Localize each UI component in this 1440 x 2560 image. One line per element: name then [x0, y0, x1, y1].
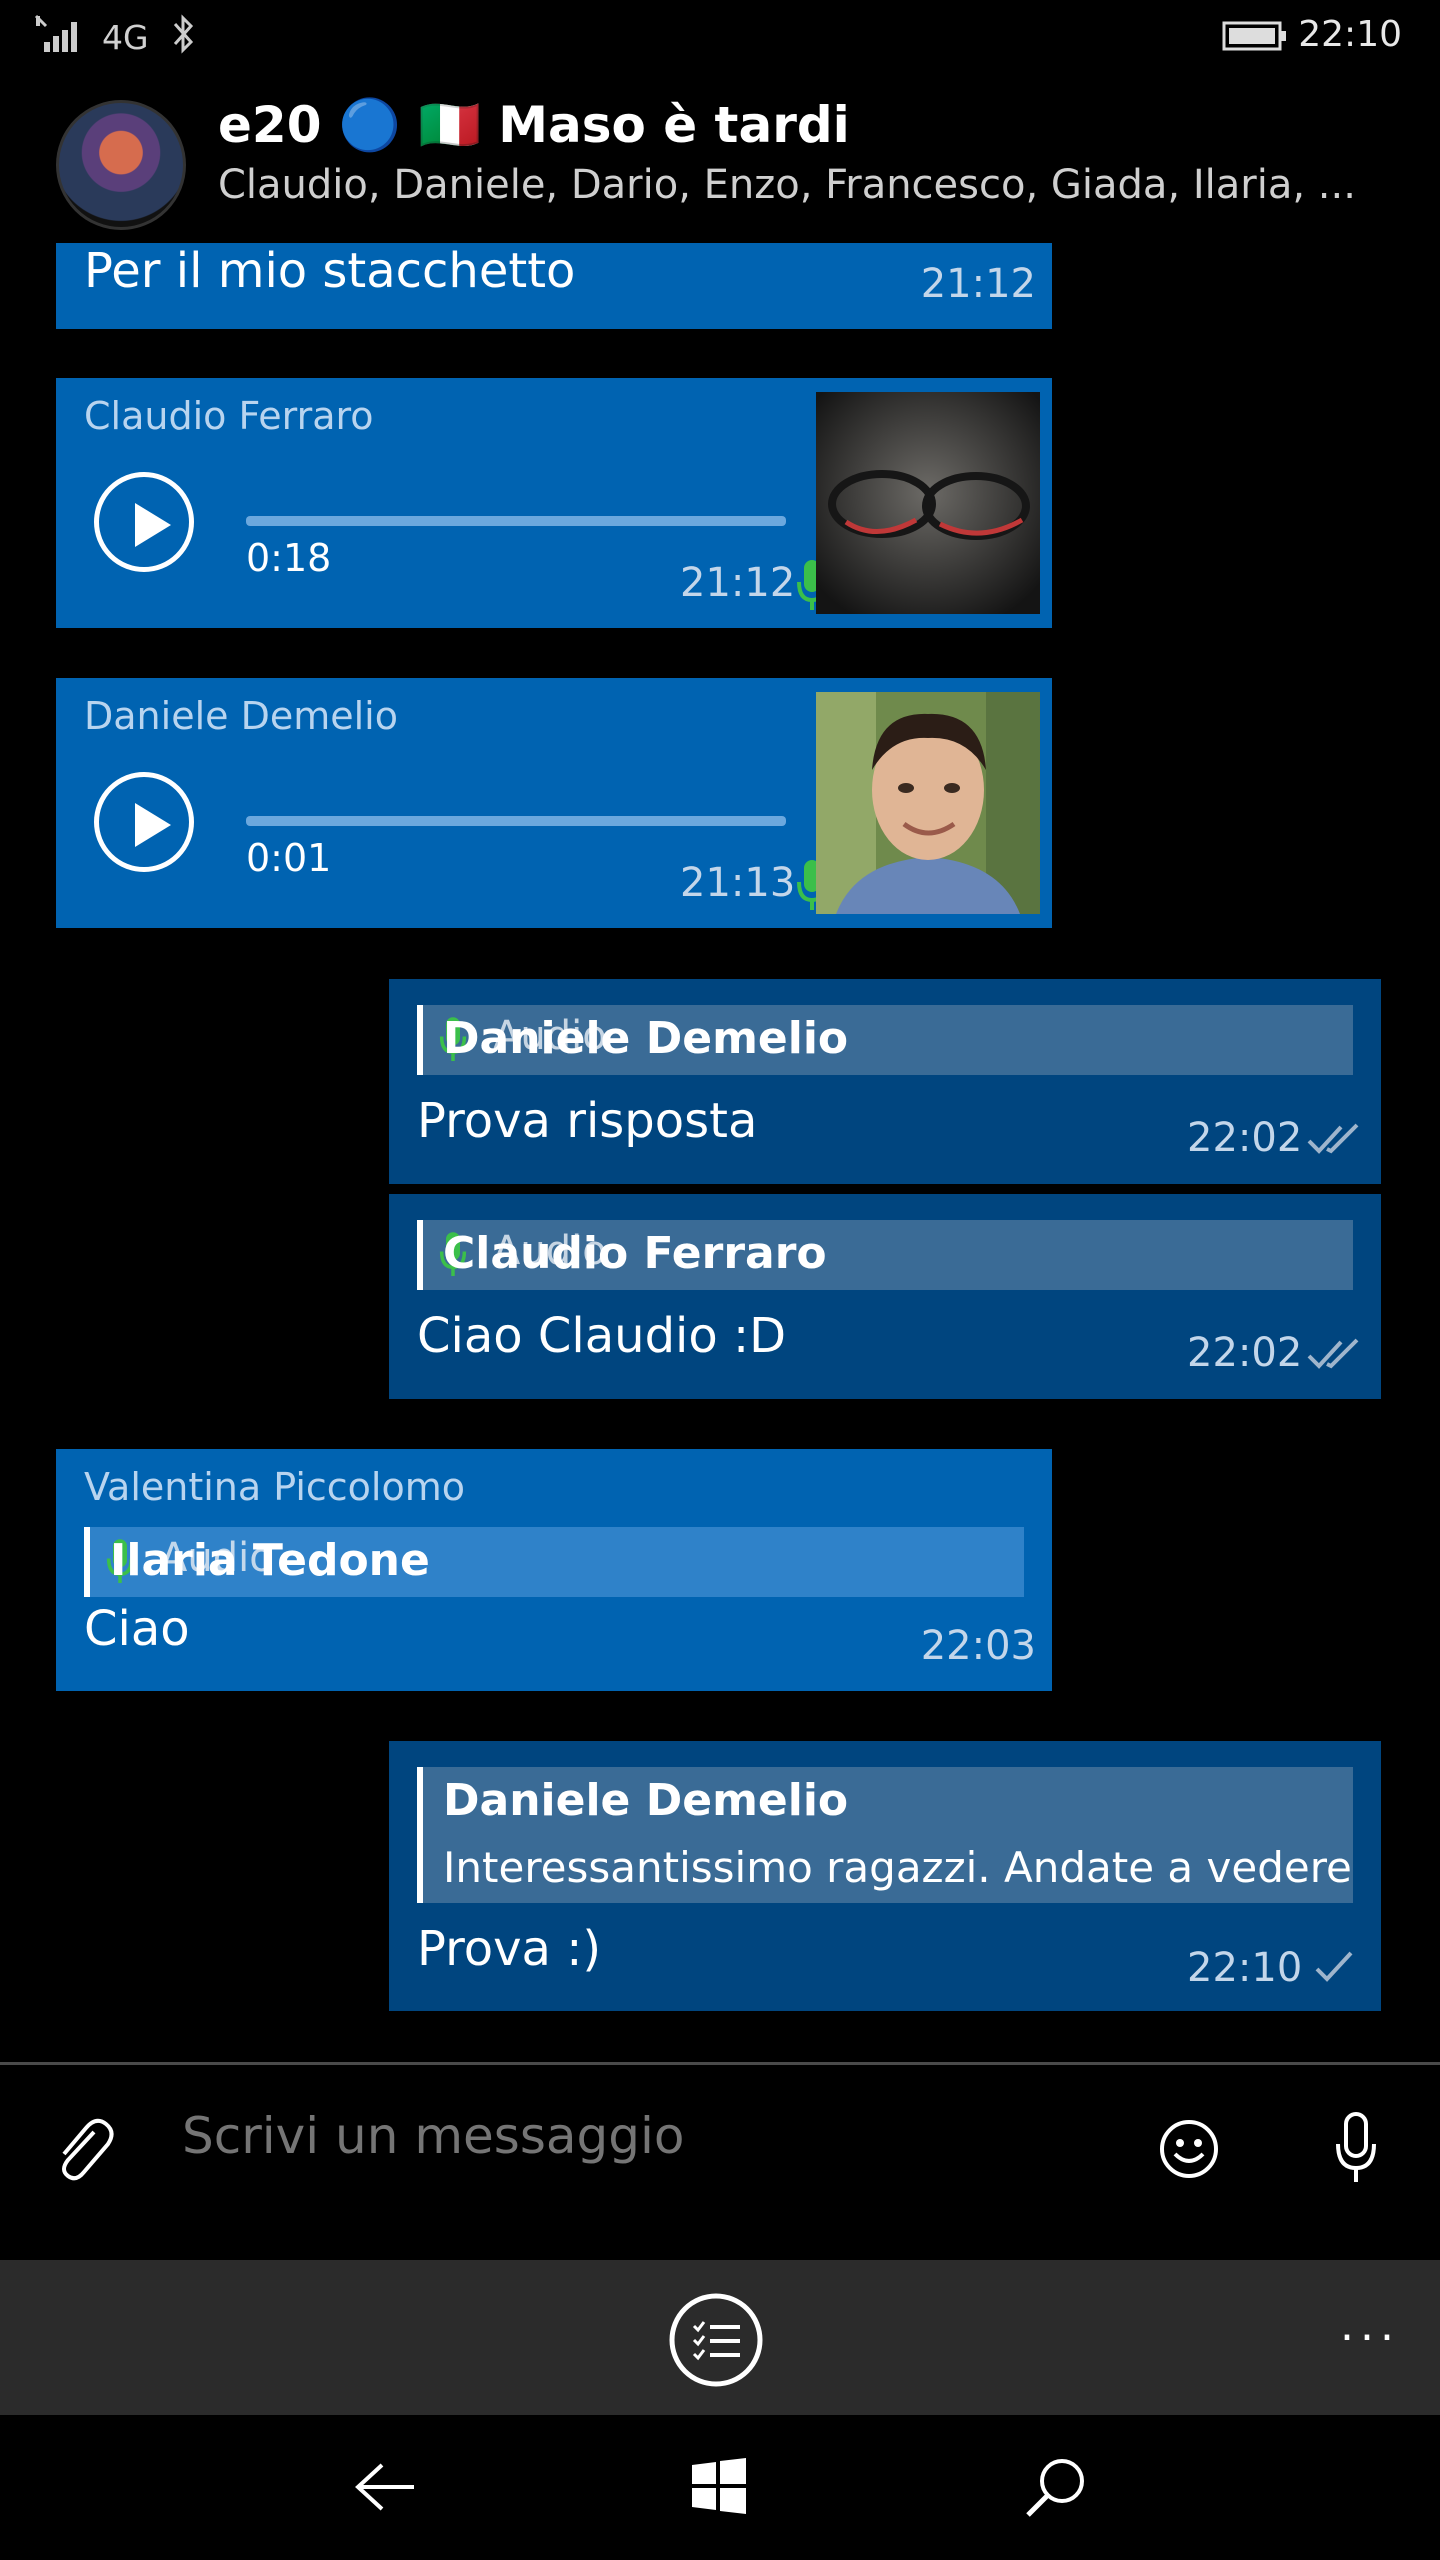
sender-name: Daniele Demelio: [84, 694, 398, 738]
app-bar: ...: [0, 2260, 1440, 2415]
audio-duration: 0:01: [246, 836, 332, 880]
quoted-text: Interessantissimo ragazzi. Andate a vede…: [443, 1843, 1352, 1892]
more-options-button[interactable]: ...: [1340, 2300, 1400, 2351]
outgoing-message-bubble[interactable]: Daniele Demelio Interessantissimo ragazz…: [389, 1741, 1381, 2011]
sender-photo-glasses: [816, 392, 1040, 614]
quoted-message[interactable]: Audio Ilaria Tedone: [84, 1527, 1024, 1597]
message-input[interactable]: [180, 2106, 1084, 2166]
compose-divider: [0, 2062, 1440, 2065]
message-text: Prova risposta: [417, 1093, 758, 1149]
emoji-icon[interactable]: [1158, 2118, 1220, 2180]
message-time: 22:02: [1187, 1330, 1303, 1376]
bluetooth-icon: [173, 14, 194, 54]
quoted-sender-name: Daniele Demelio: [443, 1013, 849, 1064]
quoted-sender-name: Claudio Ferraro: [443, 1228, 827, 1279]
sender-photo-portrait: [816, 692, 1040, 914]
message-text: Ciao: [84, 1601, 190, 1657]
search-icon[interactable]: [1024, 2455, 1088, 2519]
signal-icon: [34, 14, 77, 52]
message-text: Ciao Claudio :D: [417, 1308, 787, 1364]
audio-duration: 0:18: [246, 536, 332, 580]
outgoing-message-bubble[interactable]: Audio Claudio Ferraro Ciao Claudio :D 22…: [389, 1194, 1381, 1399]
message-time: 21:12: [680, 560, 796, 606]
outgoing-message-bubble[interactable]: Audio Daniele Demelio Prova risposta 22:…: [389, 979, 1381, 1184]
double-check-icon: [1307, 1123, 1359, 1154]
check-icon: [1315, 1951, 1353, 1982]
microphone-record-icon[interactable]: [1334, 2112, 1378, 2186]
clock: 22:10: [1298, 14, 1402, 55]
play-button[interactable]: [94, 472, 194, 572]
double-check-icon: [1307, 1338, 1359, 1369]
play-button[interactable]: [94, 772, 194, 872]
voice-message-bubble[interactable]: Daniele Demelio 0:01 21:13: [56, 678, 1052, 928]
quoted-sender-name: Ilaria Tedone: [110, 1535, 430, 1586]
network-type: 4G: [102, 18, 149, 57]
message-time: 22:10: [1187, 1945, 1303, 1991]
status-bar: 4G 22:10: [0, 0, 1440, 70]
windows-logo-icon[interactable]: [690, 2457, 748, 2515]
message-time: 22:03: [920, 1623, 1036, 1669]
audio-progress-bar[interactable]: [246, 816, 786, 826]
quoted-message[interactable]: Audio Claudio Ferraro: [417, 1220, 1353, 1290]
message-bubble[interactable]: Valentina Piccolomo Audio Ilaria Tedone …: [56, 1449, 1052, 1691]
message-text: Per il mio stacchetto: [84, 243, 576, 299]
quoted-message[interactable]: Daniele Demelio Interessantissimo ragazz…: [417, 1767, 1353, 1903]
back-arrow-icon[interactable]: [352, 2459, 418, 2515]
message-text: Prova :): [417, 1921, 602, 1977]
message-time: 21:12: [920, 261, 1036, 307]
group-avatar[interactable]: [56, 100, 186, 230]
paperclip-icon[interactable]: [50, 2112, 116, 2182]
message-time: 22:02: [1187, 1115, 1303, 1161]
sender-name: Claudio Ferraro: [84, 394, 374, 438]
sender-name: Valentina Piccolomo: [84, 1465, 466, 1509]
quoted-message[interactable]: Audio Daniele Demelio: [417, 1005, 1353, 1075]
voice-message-bubble[interactable]: Claudio Ferraro 0:18 21:12: [56, 378, 1052, 628]
navigation-bar: [0, 2415, 1440, 2560]
quoted-sender-name: Daniele Demelio: [443, 1775, 849, 1826]
message-time: 21:13: [680, 860, 796, 906]
checklist-icon[interactable]: [668, 2292, 764, 2388]
chat-members[interactable]: Claudio, Daniele, Dario, Enzo, Francesco…: [218, 162, 1388, 208]
chat-title[interactable]: e20 🔵 🇮🇹 Maso è tardi: [218, 96, 850, 155]
audio-progress-bar[interactable]: [246, 516, 786, 526]
message-bubble[interactable]: Per il mio stacchetto 21:12: [56, 243, 1052, 329]
battery-icon: [1222, 21, 1286, 51]
